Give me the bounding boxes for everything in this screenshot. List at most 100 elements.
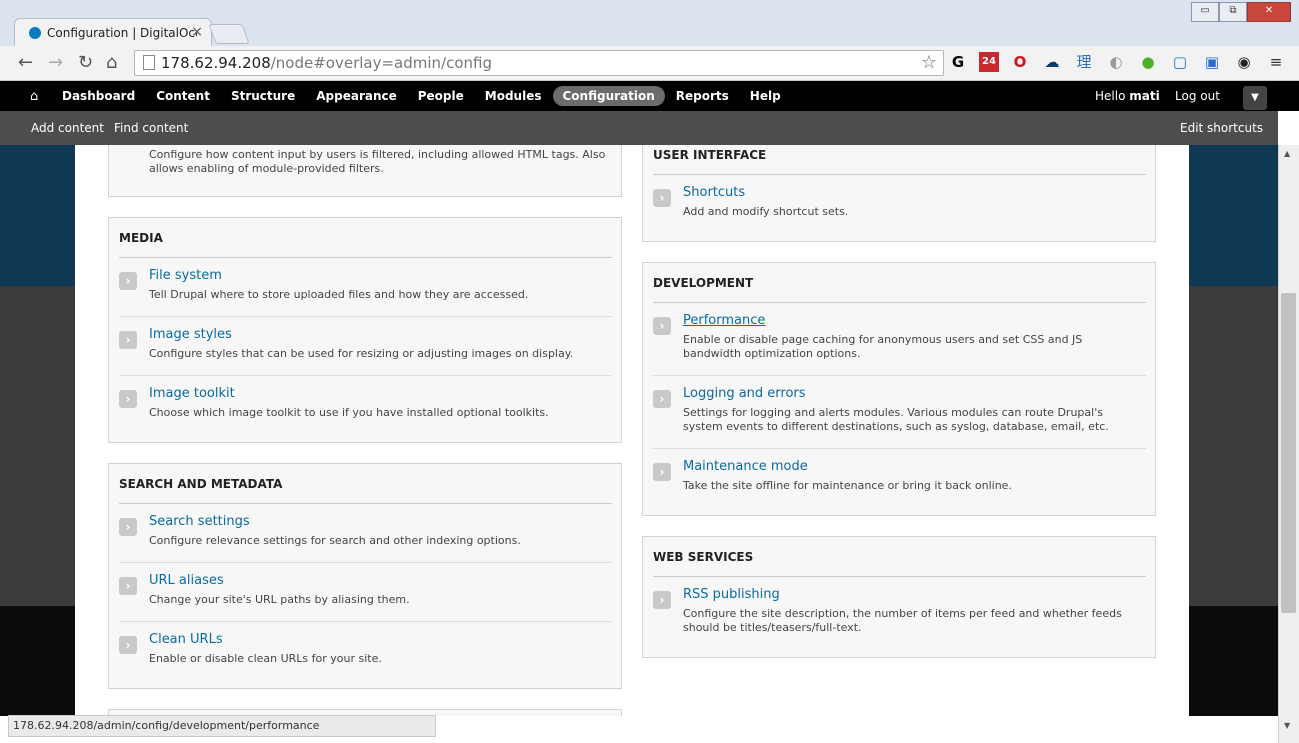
- shortcuts-bar: Add content Find content Edit shortcuts: [0, 111, 1278, 145]
- shortcuts-link[interactable]: Shortcuts: [683, 185, 745, 200]
- menu-reports[interactable]: Reports: [666, 86, 739, 106]
- vertical-scrollbar[interactable]: ▲ ▼: [1278, 145, 1299, 743]
- opera-icon[interactable]: O: [1010, 52, 1030, 72]
- item-description: Enable or disable clean URLs for your si…: [149, 652, 382, 665]
- edit-shortcuts-link[interactable]: Edit shortcuts: [1180, 121, 1263, 135]
- file-system-link[interactable]: File system: [149, 268, 222, 283]
- web-services-panel: WEB SERVICES › RSS publishing Configure …: [642, 536, 1156, 658]
- back-button[interactable]: ←: [18, 52, 33, 73]
- performance-link[interactable]: Performance: [683, 313, 765, 328]
- item-description: Configure the site description, the numb…: [683, 607, 1122, 634]
- search-metadata-heading: SEARCH AND METADATA: [119, 477, 283, 491]
- config-item: › File system Tell Drupal where to store…: [119, 268, 612, 317]
- config-item: › Maintenance mode Take the site offline…: [653, 459, 1146, 505]
- image-toolkit-link[interactable]: Image toolkit: [149, 386, 235, 401]
- reload-button[interactable]: ↻: [78, 52, 93, 73]
- address-bar[interactable]: 178.62.94.208/node#overlay=admin/config …: [134, 50, 944, 76]
- bookmark-star-icon[interactable]: ☆: [921, 52, 937, 73]
- chevron-right-icon[interactable]: ›: [119, 390, 137, 408]
- browser-toolbar: ← → ↻ ⌂ 178.62.94.208/node#overlay=admin…: [0, 46, 1299, 81]
- chevron-right-icon[interactable]: ›: [653, 317, 671, 335]
- forward-button[interactable]: →: [48, 52, 63, 73]
- username[interactable]: mati: [1129, 89, 1159, 103]
- home-icon[interactable]: ⌂: [30, 89, 38, 104]
- maintenance-mode-link[interactable]: Maintenance mode: [683, 459, 808, 474]
- development-panel: DEVELOPMENT › Performance Enable or disa…: [642, 262, 1156, 516]
- extension-24-icon[interactable]: 24: [979, 52, 999, 72]
- page-icon: [143, 55, 155, 70]
- menu-content[interactable]: Content: [146, 86, 220, 106]
- chevron-right-icon[interactable]: ›: [119, 518, 137, 536]
- image-styles-link[interactable]: Image styles: [149, 327, 232, 342]
- config-item: › Clean URLs Enable or disable clean URL…: [119, 632, 612, 678]
- chevron-right-icon[interactable]: ›: [653, 463, 671, 481]
- find-content-link[interactable]: Find content: [114, 121, 188, 135]
- menu-dashboard[interactable]: Dashboard: [52, 86, 145, 106]
- add-content-link[interactable]: Add content: [31, 121, 104, 135]
- item-description: Tell Drupal where to store uploaded file…: [149, 288, 529, 301]
- screen-capture-icon[interactable]: ▢: [1170, 52, 1190, 72]
- window-extension-icon[interactable]: ▣: [1202, 52, 1222, 72]
- chevron-right-icon[interactable]: ›: [653, 390, 671, 408]
- chevron-right-icon[interactable]: ›: [119, 272, 137, 290]
- development-heading: DEVELOPMENT: [653, 276, 754, 290]
- extension-g-icon[interactable]: G: [948, 52, 968, 72]
- config-item: › RSS publishing Configure the site desc…: [653, 587, 1146, 647]
- search-settings-link[interactable]: Search settings: [149, 514, 250, 529]
- menu-configuration[interactable]: Configuration: [552, 86, 665, 106]
- item-description: Choose which image toolkit to use if you…: [149, 406, 549, 419]
- scrollbar-thumb[interactable]: [1281, 293, 1296, 613]
- chevron-right-icon[interactable]: ›: [119, 331, 137, 349]
- text-formats-desc: Configure how content input by users is …: [149, 148, 606, 175]
- url-text[interactable]: 178.62.94.208/node#overlay=admin/config: [161, 54, 492, 72]
- scroll-up-icon[interactable]: ▲: [1284, 149, 1290, 158]
- chevron-right-icon[interactable]: ›: [653, 189, 671, 207]
- color-picker-icon[interactable]: ◉: [1234, 52, 1254, 72]
- menu-appearance[interactable]: Appearance: [306, 86, 407, 106]
- item-description: Configure styles that can be used for re…: [149, 347, 574, 360]
- admin-toolbar: ⌂ Dashboard Content Structure Appearance…: [0, 81, 1299, 111]
- chevron-right-icon[interactable]: ›: [119, 636, 137, 654]
- menu-help[interactable]: Help: [740, 86, 791, 106]
- item-description: Configure relevance settings for search …: [149, 534, 521, 547]
- menu-people[interactable]: People: [408, 86, 474, 106]
- rss-publishing-link[interactable]: RSS publishing: [683, 587, 780, 602]
- home-button[interactable]: ⌂: [106, 52, 117, 73]
- menu-modules[interactable]: Modules: [475, 86, 552, 106]
- li-extension-icon[interactable]: 理: [1074, 52, 1094, 72]
- close-window-button[interactable]: ✕: [1247, 2, 1291, 22]
- logging-errors-link[interactable]: Logging and errors: [683, 386, 806, 401]
- config-item: › Image toolkit Choose which image toolk…: [119, 386, 612, 432]
- chevron-right-icon[interactable]: ›: [119, 577, 137, 595]
- config-overlay: Configure how content input by users is …: [75, 145, 1189, 716]
- new-tab-button[interactable]: [208, 24, 250, 44]
- menu-icon[interactable]: ≡: [1266, 52, 1286, 72]
- url-aliases-link[interactable]: URL aliases: [149, 573, 224, 588]
- evernote-icon[interactable]: ●: [1138, 52, 1158, 72]
- item-description: Change your site's URL paths by aliasing…: [149, 593, 410, 606]
- shortcuts-toggle-button[interactable]: ▼: [1243, 86, 1267, 110]
- config-item: › Search settings Configure relevance se…: [119, 514, 612, 563]
- browser-tab[interactable]: Configuration | DigitalOce ×: [14, 18, 212, 47]
- media-panel: MEDIA › File system Tell Drupal where to…: [108, 217, 622, 443]
- user-interface-panel: USER INTERFACE › Shortcuts Add and modif…: [642, 145, 1156, 242]
- config-item: › URL aliases Change your site's URL pat…: [119, 573, 612, 622]
- globe-extension-icon[interactable]: ◐: [1106, 52, 1126, 72]
- config-item: › Logging and errors Settings for loggin…: [653, 386, 1146, 449]
- minimize-button[interactable]: ▭: [1191, 2, 1219, 22]
- item-description: Settings for logging and alerts modules.…: [683, 406, 1109, 433]
- item-description: Enable or disable page caching for anony…: [683, 333, 1083, 360]
- item-description: Take the site offline for maintenance or…: [683, 479, 1012, 492]
- restore-button[interactable]: ⧉: [1219, 2, 1247, 22]
- user-interface-heading: USER INTERFACE: [653, 148, 767, 162]
- status-bar: 178.62.94.208/admin/config/development/p…: [8, 715, 436, 737]
- close-tab-icon[interactable]: ×: [191, 24, 203, 40]
- logout-link[interactable]: Log out: [1175, 89, 1220, 103]
- window-controls: ▭ ⧉ ✕: [1191, 2, 1291, 22]
- chevron-right-icon[interactable]: ›: [653, 591, 671, 609]
- cloud-extension-icon[interactable]: ☁: [1042, 52, 1062, 72]
- menu-structure[interactable]: Structure: [221, 86, 305, 106]
- clean-urls-link[interactable]: Clean URLs: [149, 632, 223, 647]
- drupal-favicon-icon: [29, 27, 41, 39]
- scroll-down-icon[interactable]: ▼: [1284, 721, 1290, 730]
